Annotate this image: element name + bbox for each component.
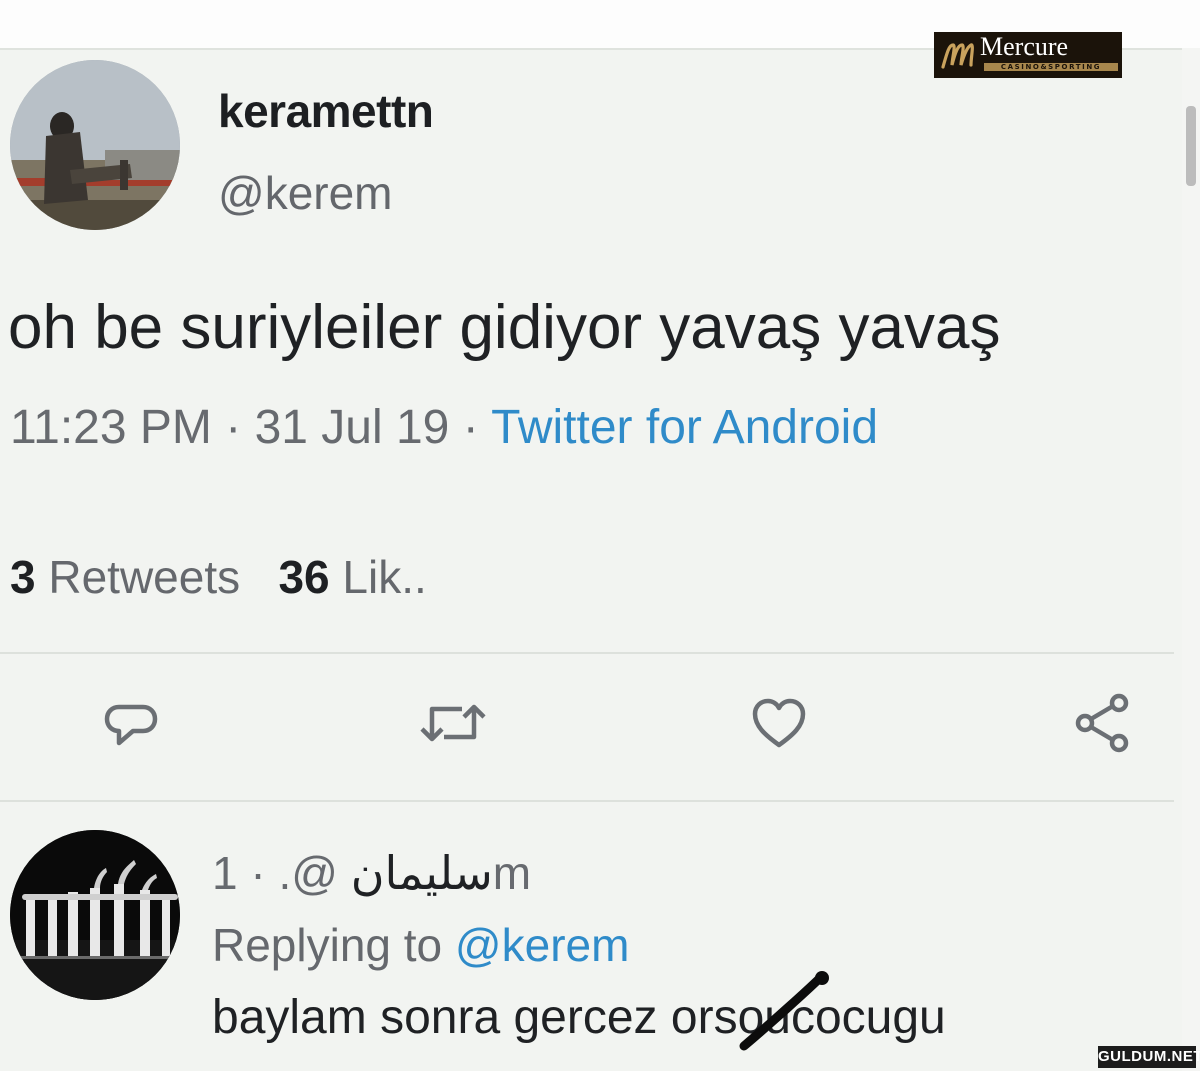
reply-handle[interactable]: @. — [278, 847, 337, 899]
reply-avatar[interactable] — [10, 830, 180, 1000]
speech-bubble-icon — [103, 697, 159, 758]
divider — [0, 800, 1174, 802]
replying-handle-link[interactable]: @kerem — [455, 919, 630, 971]
reply-header: سليمان @. · 1m — [212, 846, 531, 900]
likes-stat[interactable]: 36 Lik.. — [278, 551, 426, 603]
retweet-button[interactable] — [418, 690, 488, 760]
retweets-count: 3 — [10, 551, 36, 603]
likes-count: 36 — [278, 551, 330, 603]
retweets-label: Retweets — [48, 551, 241, 603]
tweet-screenshot: Mercure CASINO&SPORTING keramettn @kerem… — [0, 0, 1200, 1071]
scrollbar-thumb[interactable] — [1186, 106, 1196, 186]
meta-separator: · — [225, 401, 242, 454]
tweet-source-link[interactable]: Twitter for Android — [491, 401, 878, 454]
meta-separator: · — [462, 401, 479, 454]
mercure-m-icon — [934, 32, 980, 78]
display-name[interactable]: keramettn — [218, 84, 434, 138]
reply-text-start: baylam sonra gercez or — [212, 991, 714, 1044]
reply-button[interactable] — [96, 692, 166, 762]
mercure-logo: Mercure CASINO&SPORTING — [934, 32, 1122, 78]
tweet-date: 31 Jul 19 — [254, 401, 450, 454]
scrollbar[interactable] — [1182, 48, 1200, 1071]
tweet-text: oh be suriyleiler gidiyor yavaş yavaş — [8, 293, 1001, 362]
like-button[interactable] — [744, 690, 814, 760]
replying-prefix: Replying to — [212, 919, 443, 971]
mercure-brand-text: Mercure — [980, 32, 1069, 61]
tweet-stats: 3 Retweets 36 Lik.. — [10, 550, 427, 604]
heart-icon — [749, 695, 809, 756]
divider — [0, 652, 1174, 654]
tweet-meta: 11:23 PM · 31 Jul 19 · Twitter for Andro… — [10, 400, 878, 455]
replying-to: Replying to @kerem — [212, 918, 629, 972]
share-icon — [1071, 691, 1135, 760]
mercure-tagline: CASINO&SPORTING — [984, 63, 1118, 71]
tweet-time: 11:23 PM — [10, 401, 212, 454]
retweets-stat[interactable]: 3 Retweets — [10, 551, 240, 603]
user-handle[interactable]: @kerem — [218, 166, 393, 220]
reply-display-name[interactable]: سليمان — [351, 847, 493, 899]
retweet-icon — [418, 695, 488, 756]
censor-scribble — [730, 966, 840, 1056]
avatar[interactable] — [10, 60, 180, 230]
likes-label: Lik.. — [342, 551, 427, 603]
share-button[interactable] — [1068, 690, 1138, 760]
reply-separator: · — [250, 847, 266, 899]
site-watermark: GULDUM.NET — [1098, 1046, 1200, 1068]
